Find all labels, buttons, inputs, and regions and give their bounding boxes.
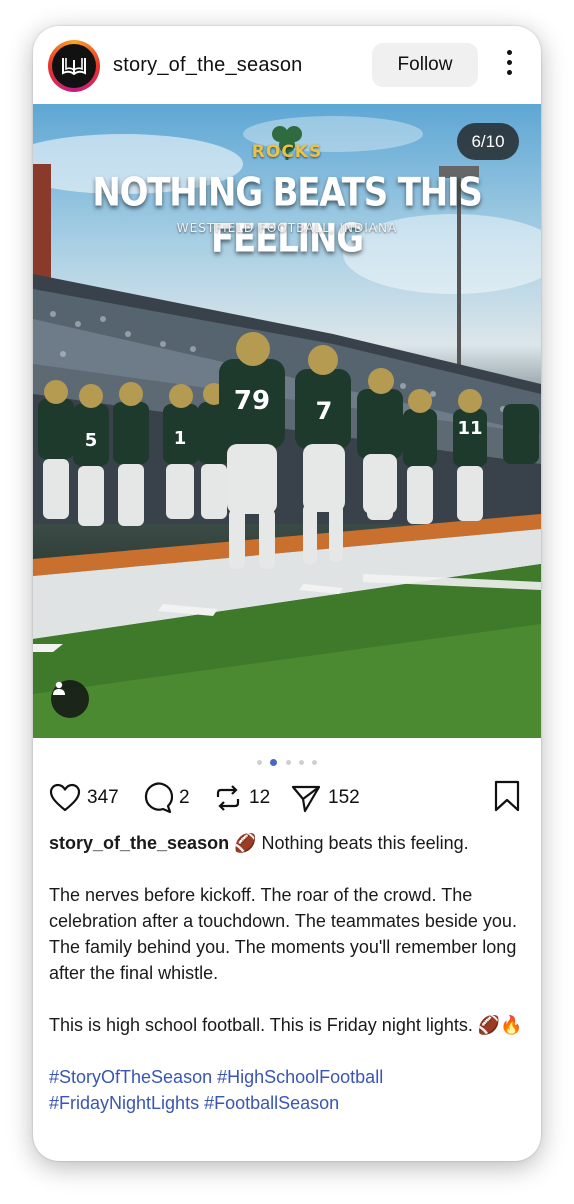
like-count: 347 <box>87 787 119 808</box>
repost-button[interactable]: 12 <box>213 778 270 818</box>
send-icon <box>291 785 321 813</box>
repost-icon <box>216 785 240 811</box>
carousel-counter: 6/10 <box>457 123 519 160</box>
post-caption: story_of_the_season 🏈 Nothing beats this… <box>49 830 529 1142</box>
jersey-number: 79 <box>234 386 270 416</box>
carousel-dot[interactable] <box>312 760 318 766</box>
jersey-number: 11 <box>457 418 482 439</box>
jersey-number: 7 <box>316 397 333 425</box>
user-tag-icon[interactable] <box>51 680 89 718</box>
comment-button[interactable]: 2 <box>141 778 190 818</box>
jersey-number: 5 <box>85 430 98 451</box>
caption-first-line: 🏈 Nothing beats this feeling. <box>234 833 469 853</box>
carousel-dots <box>33 754 541 767</box>
heart-icon <box>49 783 81 812</box>
share-button[interactable]: 152 <box>290 778 360 818</box>
post-image[interactable]: 79 7 1 11 5 ROCKS NOTHING BEATS THIS FEE… <box>33 104 541 738</box>
repost-count: 12 <box>249 787 271 808</box>
carousel-dot[interactable] <box>298 760 304 766</box>
caption-username[interactable]: story_of_the_season <box>49 833 229 853</box>
carousel-dot[interactable] <box>285 760 291 766</box>
jersey-number: 1 <box>174 428 187 449</box>
carousel-dot[interactable] <box>256 760 262 766</box>
like-button[interactable]: 347 <box>49 778 119 818</box>
team-logo-text: ROCKS <box>251 142 323 162</box>
post-card: story_of_the_season Follow 79 7 1 11 5 R… <box>33 26 541 1161</box>
caption-paragraph: This is high school football. This is Fr… <box>49 1015 523 1035</box>
follow-button[interactable]: Follow <box>372 43 478 87</box>
bookmark-icon[interactable] <box>493 780 521 817</box>
image-subline: WESTFIELD FOOTBALL, INDIANA <box>176 221 398 235</box>
image-headline: NOTHING BEATS THIS FEELING <box>92 170 483 262</box>
comment-icon <box>144 782 173 814</box>
avatar[interactable] <box>48 40 100 92</box>
book-logo-icon <box>52 44 96 88</box>
more-vertical-icon[interactable] <box>501 50 517 80</box>
hashtags[interactable]: #StoryOfTheSeason #HighSchoolFootball #F… <box>49 1064 529 1116</box>
post-header: story_of_the_season Follow <box>33 26 541 104</box>
share-count: 152 <box>328 787 360 808</box>
username[interactable]: story_of_the_season <box>113 54 302 77</box>
caption-paragraph: The nerves before kickoff. The roar of t… <box>49 885 517 983</box>
carousel-dot-active[interactable] <box>270 759 278 767</box>
comment-count: 2 <box>179 787 190 808</box>
action-bar: 347 2 12 152 <box>33 778 541 818</box>
